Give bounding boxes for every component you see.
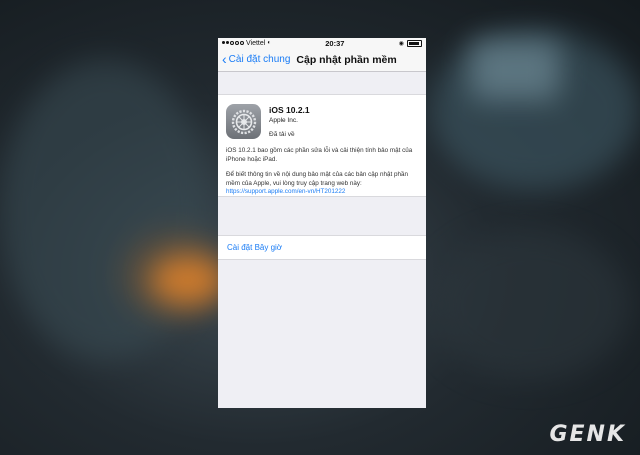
navigation-bar: ‹ Cài đặt chung Cập nhật phần mềm — [218, 48, 426, 72]
support-link[interactable]: https://support.apple.com/en-vn/HT201222 — [226, 188, 345, 195]
background-light — [150, 255, 225, 305]
description-paragraph: Để biết thông tin về nội dung bảo mật củ… — [226, 171, 418, 197]
update-vendor: Apple Inc. — [269, 117, 298, 124]
phone-screen: Viettel ◐ 20:37 ◉ ‹ Cài đặt chung Cập nh… — [218, 38, 426, 408]
genk-logo: GENK — [549, 422, 626, 447]
page-title: Cập nhật phần mềm — [296, 53, 397, 66]
carrier-label: Viettel — [246, 39, 266, 47]
security-info-text: Để biết thông tin về nội dung bảo mật củ… — [226, 171, 409, 187]
settings-gear-icon — [226, 104, 261, 139]
update-description: iOS 10.2.1 bao gồm các phần sửa lỗi và c… — [226, 147, 418, 197]
background-blur — [470, 40, 560, 100]
status-time: 20:37 — [325, 38, 345, 48]
chevron-left-icon: ‹ — [222, 51, 227, 67]
back-button[interactable]: ‹ Cài đặt chung — [218, 51, 291, 67]
install-now-label: Cài đặt Bây giờ — [227, 243, 283, 252]
install-now-button[interactable]: Cài đặt Bây giờ — [218, 235, 426, 260]
description-paragraph: iOS 10.2.1 bao gồm các phần sửa lỗi và c… — [226, 147, 413, 163]
back-label: Cài đặt chung — [228, 54, 291, 65]
background-blur — [430, 230, 630, 380]
rotation-lock-icon: ◉ — [398, 40, 404, 47]
battery-icon — [407, 39, 422, 47]
update-version: iOS 10.2.1 — [269, 105, 310, 115]
status-bar: Viettel ◐ 20:37 ◉ — [218, 38, 426, 48]
signal-dots-icon — [222, 41, 244, 45]
wifi-icon: ◐ — [267, 40, 271, 46]
update-info-card: iOS 10.2.1 Apple Inc. Đã tải về iOS 10.2… — [218, 94, 426, 197]
download-status: Đã tải về — [269, 131, 295, 138]
